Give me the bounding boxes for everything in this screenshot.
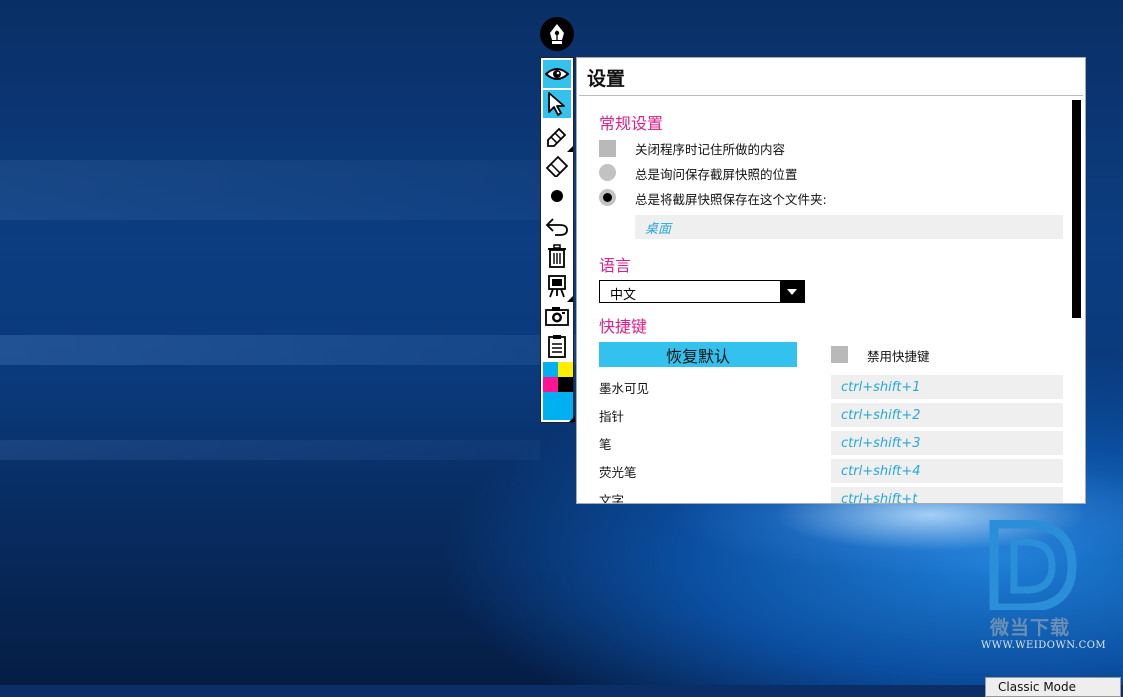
color-swatch[interactable] (543, 377, 558, 392)
vertical-toolbar (540, 57, 575, 423)
disable-shortcuts-checkbox[interactable] (831, 346, 848, 363)
shortcut-field[interactable]: ctrl+shift+t (831, 487, 1063, 503)
pencil-icon (547, 127, 567, 147)
disable-shortcuts-label: 禁用快捷键 (867, 349, 930, 364)
trash-icon (548, 244, 566, 268)
dot-icon (551, 190, 563, 202)
fountain-pen-nib-icon (550, 24, 564, 44)
panel-title: 设置 (587, 68, 626, 90)
clipboard-icon (548, 335, 566, 358)
chevron-down-icon[interactable] (780, 281, 804, 302)
shortcut-label: 墨水可见 (599, 381, 650, 396)
divider (579, 95, 1083, 96)
tool-settings[interactable] (543, 332, 571, 360)
tool-screenshot[interactable] (543, 302, 571, 330)
undo-icon (545, 218, 568, 236)
general-settings-heading: 常规设置 (599, 114, 664, 133)
color-swatch[interactable] (558, 362, 573, 377)
save-to-folder-label: 总是将截屏快照保存在这个文件夹: (635, 192, 827, 207)
color-swatch[interactable] (558, 377, 573, 392)
cursor-arrow-icon (548, 92, 565, 116)
shortcut-label: 荧光笔 (599, 465, 637, 480)
tool-pen-size[interactable] (543, 182, 571, 210)
wallpaper-beam (0, 160, 600, 220)
ask-save-location-radio[interactable] (599, 164, 616, 181)
ask-save-location-label: 总是询问保存截屏快照的位置 (635, 167, 798, 182)
save-to-folder-radio[interactable] (599, 189, 616, 206)
remember-content-checkbox[interactable] (599, 140, 616, 157)
tool-pointer[interactable] (543, 90, 571, 118)
language-select-value: 中文 (610, 288, 637, 303)
shortcut-label: 文字 (599, 493, 625, 504)
language-select[interactable]: 中文 (599, 280, 805, 303)
current-color-swatch[interactable] (543, 392, 575, 422)
tool-undo[interactable] (543, 212, 571, 240)
shortcuts-heading: 快捷键 (599, 317, 648, 336)
wallpaper-beam (0, 440, 540, 460)
shortcut-field[interactable]: ctrl+shift+3 (831, 431, 1063, 455)
shortcut-label: 笔 (599, 437, 612, 452)
shortcut-field[interactable]: ctrl+shift+1 (831, 375, 1063, 399)
watermark-brand: 微当下载 (990, 617, 1071, 639)
classic-mode-button[interactable]: Classic Mode (985, 677, 1121, 697)
watermark-url: WWW.WEIDOWN.COM (981, 640, 1107, 651)
tool-highlighter[interactable] (543, 152, 571, 180)
tool-board[interactable] (543, 272, 573, 302)
color-swatch[interactable] (543, 362, 558, 377)
shortcut-label: 指针 (599, 409, 625, 424)
easel-board-icon (548, 275, 566, 298)
shortcut-field[interactable]: ctrl+shift+2 (831, 403, 1063, 427)
tool-clear[interactable] (543, 242, 571, 270)
highlighter-icon (545, 155, 569, 177)
color-palette[interactable] (543, 362, 575, 422)
weidown-logo-icon (989, 520, 1077, 610)
camera-icon (545, 307, 569, 326)
scrollbar[interactable] (1072, 100, 1081, 318)
shortcut-field[interactable]: ctrl+shift+4 (831, 459, 1063, 483)
app-logo-icon[interactable] (540, 17, 574, 51)
eye-icon (545, 68, 569, 80)
settings-panel: 设置 常规设置 关闭程序时记住所做的内容 总是询问保存截屏快照的位置 总是将截屏… (576, 57, 1086, 504)
tool-ink-visible[interactable] (543, 60, 571, 88)
folder-path-field[interactable]: 桌面 (635, 215, 1063, 239)
remember-content-label: 关闭程序时记住所做的内容 (635, 142, 786, 157)
restore-defaults-button[interactable]: 恢复默认 (599, 342, 797, 367)
tool-pen[interactable] (543, 122, 573, 152)
language-heading: 语言 (599, 256, 632, 275)
